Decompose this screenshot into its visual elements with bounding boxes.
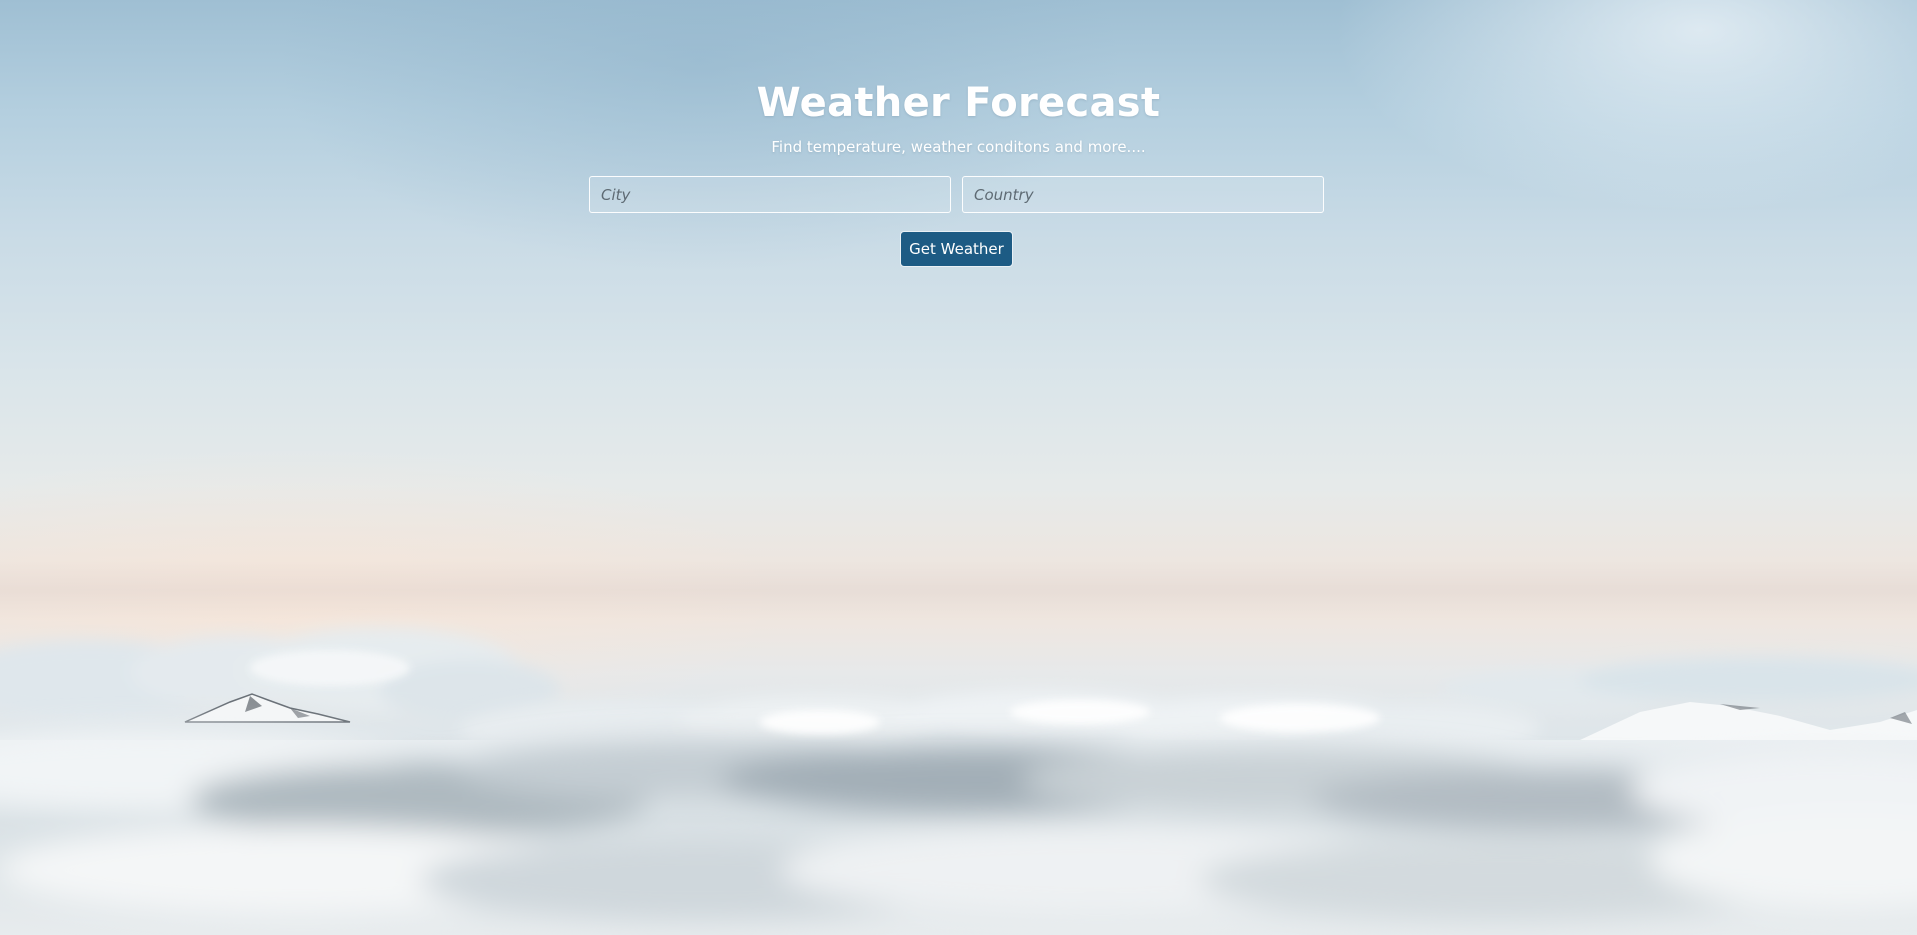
page-subtitle: Find temperature, weather conditons and … xyxy=(771,138,1146,156)
page-title: Weather Forecast xyxy=(756,80,1161,126)
city-input[interactable] xyxy=(589,176,951,213)
country-input[interactable] xyxy=(962,176,1324,213)
right-cloud-bank xyxy=(1440,658,1917,710)
get-weather-button[interactable]: Get Weather xyxy=(900,231,1013,267)
